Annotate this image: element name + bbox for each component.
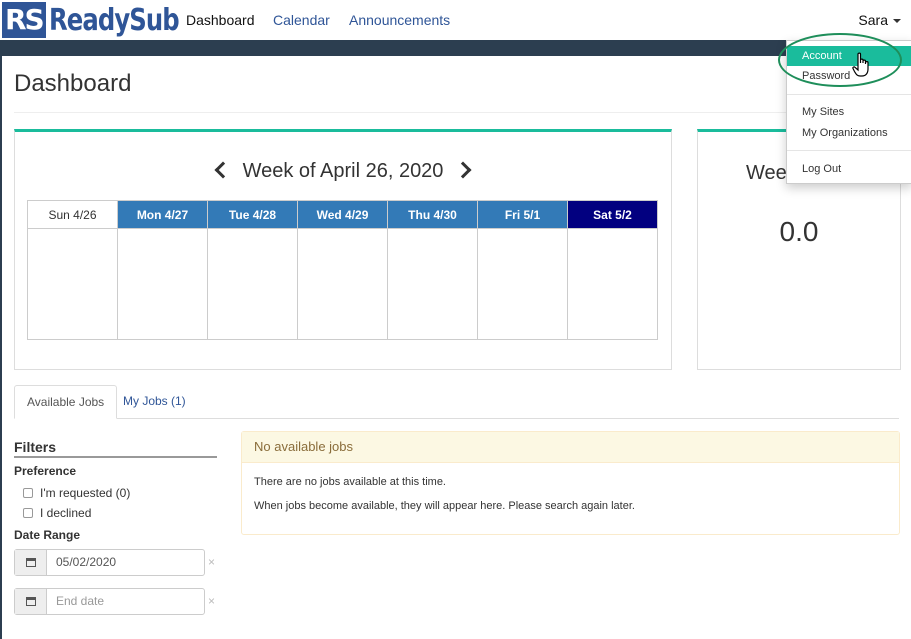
end-date-group: End date xyxy=(14,588,205,615)
page-title: Dashboard xyxy=(14,70,132,97)
day-header-mon[interactable]: Mon 4/27 xyxy=(117,200,208,229)
chevron-down-icon xyxy=(893,19,901,24)
start-date-calendar-button[interactable] xyxy=(15,550,47,575)
calendar-icon xyxy=(25,558,36,567)
end-date-input[interactable]: End date xyxy=(47,589,204,614)
divider xyxy=(14,112,911,113)
tab-my-jobs[interactable]: My Jobs (1) xyxy=(111,385,198,417)
jobs-panel: No available jobs There are no jobs avai… xyxy=(241,431,900,535)
week-calendar-card: Week of April 26, 2020 Sun 4/26 Mon 4/27… xyxy=(14,129,672,370)
clear-end-date-icon[interactable]: × xyxy=(208,594,215,608)
top-navbar: RS ReadySub Dashboard Calendar Announcem… xyxy=(0,0,911,40)
preference-label: Preference xyxy=(14,464,77,478)
brand-logo-text: ReadySub xyxy=(48,2,180,38)
day-header-sat[interactable]: Sat 5/2 xyxy=(567,200,658,229)
filters-heading: Filters xyxy=(14,439,217,458)
day-header-tue[interactable]: Tue 4/28 xyxy=(207,200,298,229)
menu-divider xyxy=(787,150,911,151)
day-cell[interactable] xyxy=(117,228,208,340)
day-cell[interactable] xyxy=(477,228,568,340)
day-cell[interactable] xyxy=(27,228,118,340)
day-header-thu[interactable]: Thu 4/30 xyxy=(387,200,478,229)
day-cell[interactable] xyxy=(567,228,658,340)
day-cell[interactable] xyxy=(387,228,478,340)
user-dropdown-menu: Account Password My Sites My Organizatio… xyxy=(786,40,911,184)
start-date-input[interactable]: 05/02/2020 xyxy=(47,550,204,575)
jobs-panel-header: No available jobs xyxy=(242,432,899,463)
filter-declined[interactable]: I declined xyxy=(23,506,91,520)
filter-declined-label: I declined xyxy=(40,506,92,520)
menu-item-log-out[interactable]: Log Out xyxy=(787,159,911,179)
menu-item-my-sites[interactable]: My Sites xyxy=(787,102,911,122)
jobs-empty-message: There are no jobs available at this time… xyxy=(254,476,446,488)
checkbox-declined[interactable] xyxy=(23,508,33,518)
day-header-wed[interactable]: Wed 4/29 xyxy=(297,200,388,229)
nav-dashboard[interactable]: Dashboard xyxy=(186,12,255,28)
jobs-tabs: Available Jobs My Jobs (1) xyxy=(14,385,899,419)
day-header-sun[interactable]: Sun 4/26 xyxy=(27,200,118,229)
day-cell[interactable] xyxy=(297,228,388,340)
week-summary-label: Wee xyxy=(746,162,787,184)
user-name: Sara xyxy=(858,12,888,28)
menu-divider xyxy=(787,94,911,95)
chevron-left-icon[interactable] xyxy=(214,161,232,179)
menu-item-password[interactable]: Password xyxy=(787,66,911,86)
week-summary-value: 0.0 xyxy=(779,216,819,247)
date-range-label: Date Range xyxy=(14,528,81,542)
nav-calendar[interactable]: Calendar xyxy=(273,12,330,28)
start-date-group: 05/02/2020 xyxy=(14,549,205,576)
user-menu-toggle[interactable]: Sara xyxy=(858,12,901,28)
hand-cursor-icon xyxy=(852,52,869,77)
checkbox-requested[interactable] xyxy=(23,488,33,498)
brand-logo-box: RS xyxy=(2,2,46,38)
brand-logo[interactable]: RS ReadySub xyxy=(2,2,193,38)
end-date-calendar-button[interactable] xyxy=(15,589,47,614)
filter-requested[interactable]: I'm requested (0) xyxy=(23,486,130,500)
menu-item-account[interactable]: Account xyxy=(787,46,911,66)
jobs-empty-hint: When jobs become available, they will ap… xyxy=(254,500,635,512)
clear-start-date-icon[interactable]: × xyxy=(208,555,215,569)
main-panel: Dashboard Week of April 26, 2020 Sun 4/2… xyxy=(2,56,911,639)
chevron-right-icon[interactable] xyxy=(454,161,472,179)
tab-available-jobs[interactable]: Available Jobs xyxy=(14,385,118,419)
filter-requested-label: I'm requested (0) xyxy=(40,486,131,500)
week-calendar: Sun 4/26 Mon 4/27 Tue 4/28 Wed 4/29 Thu … xyxy=(27,200,658,340)
menu-item-my-organizations[interactable]: My Organizations xyxy=(787,123,911,143)
day-cell[interactable] xyxy=(207,228,298,340)
week-navigator: Week of April 26, 2020 xyxy=(15,160,671,183)
week-title: Week of April 26, 2020 xyxy=(242,160,444,182)
calendar-icon xyxy=(25,597,36,606)
nav-announcements[interactable]: Announcements xyxy=(349,12,450,28)
day-header-fri[interactable]: Fri 5/1 xyxy=(477,200,568,229)
